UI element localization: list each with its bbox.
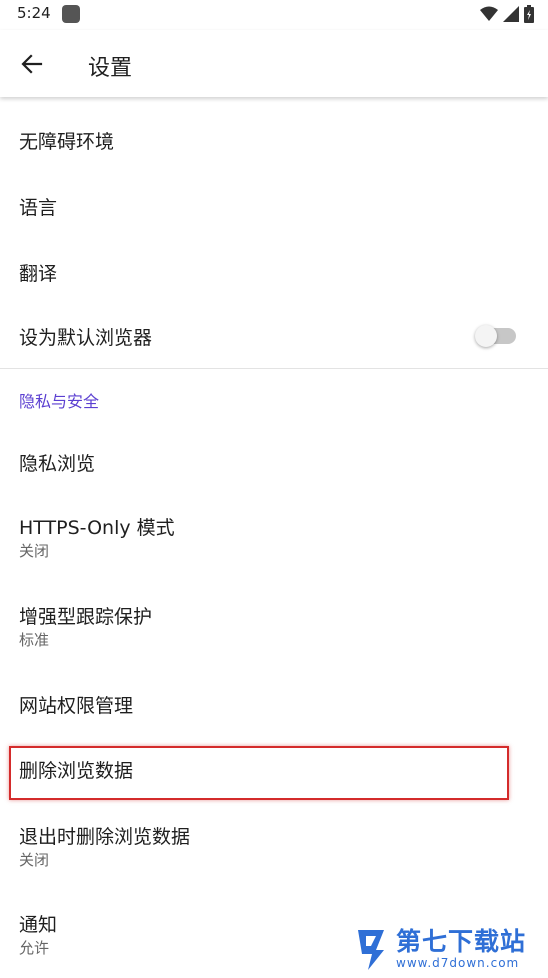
setting-tracking-protection[interactable]: 增强型跟踪保护 标准: [0, 586, 548, 666]
signal-icon: [503, 6, 519, 22]
setting-translation-label: 翻译: [19, 263, 58, 285]
page-title: 设置: [88, 56, 133, 81]
setting-default-browser[interactable]: 设为默认浏览器: [0, 303, 548, 369]
status-icons: [480, 5, 534, 23]
setting-language-label: 语言: [19, 197, 58, 219]
setting-translation[interactable]: 翻译: [0, 237, 548, 303]
wifi-icon: [480, 6, 498, 21]
setting-notifications-value: 允许: [19, 939, 50, 957]
setting-delete-on-quit-label: 退出时删除浏览数据: [19, 826, 191, 848]
section-divider: [0, 368, 548, 369]
highlight-annotation-box: [9, 746, 509, 800]
app-notification-icon: [62, 5, 80, 23]
watermark: 第七下载站 www.d7down.com: [354, 926, 526, 972]
setting-tracking-protection-value: 标准: [19, 631, 50, 649]
status-time: 5:24: [17, 4, 51, 22]
setting-accessibility[interactable]: 无障碍环境: [0, 105, 548, 171]
status-bar: 5:24: [0, 0, 548, 30]
d7-logo-icon: [358, 930, 384, 970]
watermark-url: www.d7down.com: [396, 956, 520, 970]
setting-delete-on-quit[interactable]: 退出时删除浏览数据 关闭: [0, 806, 548, 886]
default-browser-toggle[interactable]: [475, 325, 516, 347]
setting-language[interactable]: 语言: [0, 171, 548, 237]
setting-default-browser-label: 设为默认浏览器: [19, 327, 153, 349]
setting-private-browsing-label: 隐私浏览: [19, 453, 96, 475]
watermark-name: 第七下载站: [396, 927, 527, 956]
setting-https-only[interactable]: HTTPS-Only 模式 关闭: [0, 497, 548, 577]
setting-private-browsing[interactable]: 隐私浏览: [0, 427, 548, 493]
arrow-left-icon: [21, 54, 43, 74]
setting-notifications-label: 通知: [19, 914, 58, 936]
setting-https-only-label: HTTPS-Only 模式: [19, 517, 175, 539]
toolbar: 设置: [0, 30, 548, 97]
setting-tracking-protection-label: 增强型跟踪保护: [19, 606, 153, 628]
setting-site-permissions-label: 网站权限管理: [19, 695, 134, 717]
setting-https-only-value: 关闭: [19, 542, 50, 560]
back-button[interactable]: [12, 44, 52, 84]
battery-icon: [524, 5, 534, 23]
setting-accessibility-label: 无障碍环境: [19, 131, 115, 153]
toggle-knob: [475, 325, 497, 347]
privacy-section-header: 隐私与安全: [19, 392, 100, 411]
setting-delete-on-quit-value: 关闭: [19, 851, 50, 869]
setting-site-permissions[interactable]: 网站权限管理: [0, 670, 548, 736]
